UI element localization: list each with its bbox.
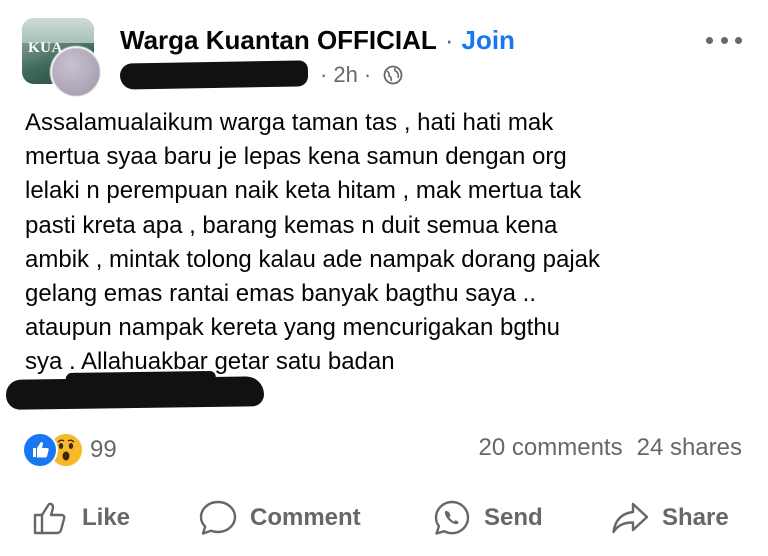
whatsapp-icon (434, 500, 470, 535)
send-button[interactable]: Send (432, 492, 543, 544)
comments-count[interactable]: 20 comments (479, 434, 623, 462)
more-options-icon[interactable] (706, 30, 742, 50)
redacted-phone-number (5, 376, 265, 410)
shares-count[interactable]: 24 shares (637, 434, 742, 462)
post-time[interactable]: 2h (333, 62, 357, 88)
comment-label: Comment (250, 504, 361, 531)
thumbs-up-icon (33, 502, 66, 535)
post-body: Assalamualaikum warga taman tas , hati h… (25, 106, 755, 380)
user-avatar[interactable] (50, 46, 102, 98)
send-label: Send (484, 504, 543, 531)
meta-separator: · (320, 62, 328, 87)
action-bar: Like Comment Send Share (0, 492, 768, 544)
post-line: Assalamualaikum warga taman tas , hati h… (25, 109, 554, 136)
reaction-count[interactable]: 99 (90, 436, 117, 464)
post-line: mertua syaa baru je lepas kena samun den… (25, 143, 567, 171)
post-line: gelang emas rantai emas banyak bagthu sa… (25, 280, 536, 308)
post-line: pasti kreta apa , barang kemas n duit se… (25, 211, 558, 239)
like-button[interactable]: Like (30, 492, 130, 544)
like-reaction-icon (22, 432, 58, 468)
post-meta: · 2h · (119, 60, 403, 90)
comment-bubble-icon (199, 500, 237, 535)
post-line: lelaki n perempuan naik keta hitam , mak… (25, 177, 582, 205)
share-label: Share (662, 504, 729, 531)
group-name[interactable]: Warga Kuantan OFFICIAL (120, 25, 437, 56)
comment-button[interactable]: Comment (198, 492, 361, 544)
share-button[interactable]: Share (610, 492, 729, 544)
post-line: ataupun nampak kereta yang mencurigakan … (25, 314, 561, 342)
join-button[interactable]: Join (461, 25, 514, 56)
meta-separator-2: · (363, 62, 372, 87)
post-line: ambik , mintak tolong kalau ade nampak d… (25, 245, 601, 273)
post-header: Warga Kuantan OFFICIAL · Join (120, 22, 515, 58)
reactions-summary[interactable]: 99 (22, 432, 117, 468)
separator-dot: · (444, 24, 454, 55)
redacted-author-name (119, 60, 309, 90)
globe-icon (383, 65, 403, 85)
share-arrow-icon (612, 502, 649, 534)
like-label: Like (82, 504, 131, 531)
engagement-stats: 20 comments 24 shares (479, 434, 742, 462)
